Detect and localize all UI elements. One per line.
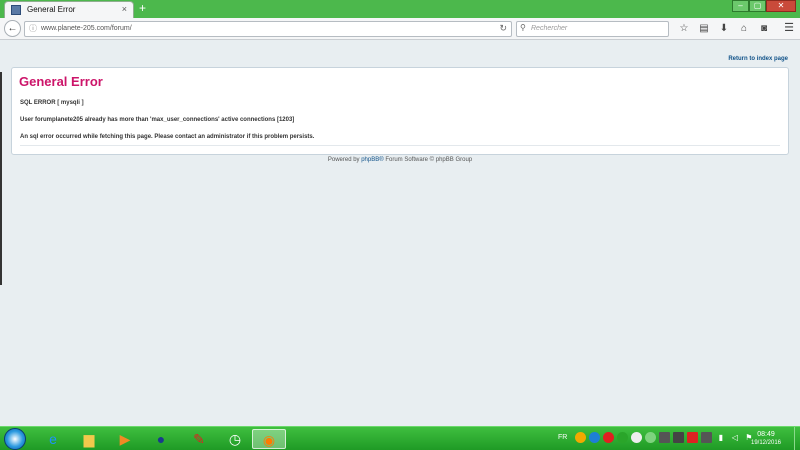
navigation-toolbar: ← ⓘ www.planete-205.com/forum/ ↻ ⚲ Reche… xyxy=(0,18,800,40)
tab-title: General Error xyxy=(27,5,76,14)
site-favicon-icon xyxy=(11,5,21,15)
language-indicator[interactable]: FR xyxy=(558,434,567,441)
clock-app-icon[interactable]: ◷ xyxy=(218,429,252,449)
search-icon: ⚲ xyxy=(520,23,526,32)
firefox-icon[interactable]: ◉ xyxy=(252,429,286,449)
user-icon[interactable]: ● xyxy=(144,429,178,449)
browser-titlebar: General Error × + – ▢ ✕ xyxy=(0,0,800,18)
pin-icon[interactable]: ✎ xyxy=(182,429,216,449)
volume-icon[interactable]: ◁ xyxy=(729,432,740,443)
show-desktop-button[interactable] xyxy=(794,427,800,450)
tray-white-icon[interactable] xyxy=(631,432,643,443)
footer-prefix: Powered by xyxy=(327,157,362,163)
windows-taskbar: e ▆ ▶ ● ✎ ◷ ◉ FR ▮ ◁ ⚑ 08:49 19/12/2016 xyxy=(0,426,800,450)
minimize-button[interactable]: – xyxy=(732,0,749,12)
back-button[interactable]: ← xyxy=(4,20,21,37)
search-input[interactable]: ⚲ Rechercher xyxy=(516,21,669,37)
url-text[interactable]: www.planete-205.com/forum/ xyxy=(41,25,132,32)
signal-icon[interactable]: ▮ xyxy=(715,432,726,443)
arrow-left-icon: ← xyxy=(7,23,18,34)
tab-close-icon[interactable]: × xyxy=(122,4,127,14)
hamburger-menu-icon[interactable]: ☰ xyxy=(784,21,794,34)
download-icon[interactable]: ⬇ xyxy=(714,21,734,37)
tray-monitor-icon[interactable] xyxy=(673,432,685,443)
bookmark-star-icon[interactable]: ☆ xyxy=(674,21,694,37)
search-placeholder: Rechercher xyxy=(531,25,568,32)
new-tab-button[interactable]: + xyxy=(139,2,146,14)
error-help-line: An sql error occurred while fetching thi… xyxy=(20,134,315,140)
reading-list-icon[interactable]: ▤ xyxy=(694,21,714,37)
tray-shield-icon[interactable] xyxy=(645,432,657,443)
error-title: General Error xyxy=(19,74,103,89)
close-window-button[interactable]: ✕ xyxy=(766,0,796,12)
error-panel: General Error SQL ERROR [ mysqli ] User … xyxy=(11,67,789,155)
system-tray: FR ▮ ◁ ⚑ xyxy=(558,432,757,443)
home-icon[interactable]: ⌂ xyxy=(734,21,754,37)
window-controls: – ▢ ✕ xyxy=(732,0,796,13)
tab-general-error[interactable]: General Error × xyxy=(4,1,134,18)
left-edge-line xyxy=(0,72,2,285)
pocket-icon[interactable]: ◙ xyxy=(754,21,774,37)
error-sql-line: SQL ERROR [ mysqli ] xyxy=(20,100,84,106)
tray-app-icon[interactable] xyxy=(575,432,587,443)
address-bar[interactable]: ⓘ www.planete-205.com/forum/ ↻ xyxy=(24,21,512,37)
return-to-index-link[interactable]: Return to index page xyxy=(728,56,788,62)
powered-by-footer: Powered by phpBB® Forum Software © phpBB… xyxy=(0,157,800,163)
start-button[interactable] xyxy=(4,428,26,450)
explorer-icon[interactable]: ▆ xyxy=(72,429,106,449)
tray-device-icon[interactable] xyxy=(659,432,671,443)
tray-green-icon[interactable] xyxy=(617,432,629,443)
tray-usb-icon[interactable] xyxy=(701,432,713,443)
page-content: Return to index page General Error SQL E… xyxy=(0,41,800,426)
tray-alert-icon[interactable] xyxy=(687,432,699,443)
ie-icon[interactable]: e xyxy=(36,429,70,449)
panel-divider xyxy=(20,145,780,146)
site-info-icon[interactable]: ⓘ xyxy=(29,23,37,34)
tray-network-app-icon[interactable] xyxy=(589,432,601,443)
media-icon[interactable]: ▶ xyxy=(108,429,142,449)
phpbb-link[interactable]: phpBB® xyxy=(361,157,383,163)
toolbar-icons: ☆ ▤ ⬇ ⌂ ◙ xyxy=(674,21,774,37)
footer-suffix: Forum Software © phpBB Group xyxy=(383,157,473,163)
tray-play-icon[interactable] xyxy=(603,432,615,443)
maximize-button[interactable]: ▢ xyxy=(749,0,766,12)
clock-date: 19/12/2016 xyxy=(750,440,782,446)
reload-icon[interactable]: ↻ xyxy=(499,23,507,34)
error-detail-line: User forumplanete205 already has more th… xyxy=(20,117,295,123)
system-clock[interactable]: 08:49 19/12/2016 xyxy=(744,430,788,448)
clock-time: 08:49 xyxy=(757,431,775,438)
